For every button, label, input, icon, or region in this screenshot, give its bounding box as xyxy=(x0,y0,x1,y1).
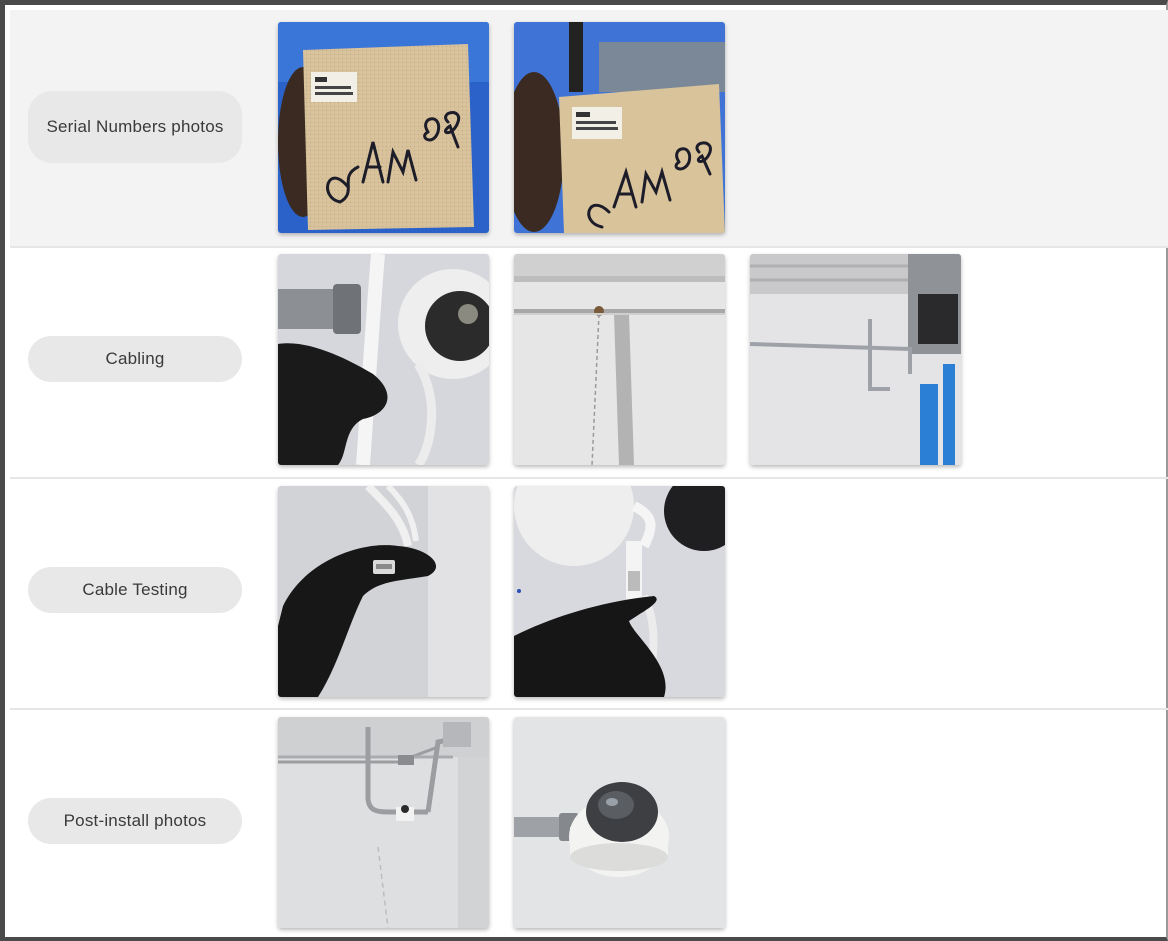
photo-dome-camera[interactable] xyxy=(514,717,725,928)
section-label-post-install: Post-install photos xyxy=(28,798,242,844)
photo-ceiling-conduit[interactable] xyxy=(750,254,961,465)
photo-conduit-run[interactable] xyxy=(278,717,489,928)
photo-serial-box-angle[interactable] xyxy=(514,22,725,233)
photo-cable-tester[interactable] xyxy=(514,486,725,697)
photo-serial-box-front[interactable] xyxy=(278,22,489,233)
photo-cable-connector[interactable] xyxy=(278,254,489,465)
photo-wall-conduit[interactable] xyxy=(514,254,725,465)
section-label-cabling: Cabling xyxy=(28,336,242,382)
section-label-cable-testing: Cable Testing xyxy=(28,567,242,613)
section-label-serial-numbers: Serial Numbers photos xyxy=(28,91,242,163)
photo-report-table: Serial Numbers photos Cabling Cable Test… xyxy=(0,0,1168,941)
photo-rj45-plug[interactable] xyxy=(278,486,489,697)
